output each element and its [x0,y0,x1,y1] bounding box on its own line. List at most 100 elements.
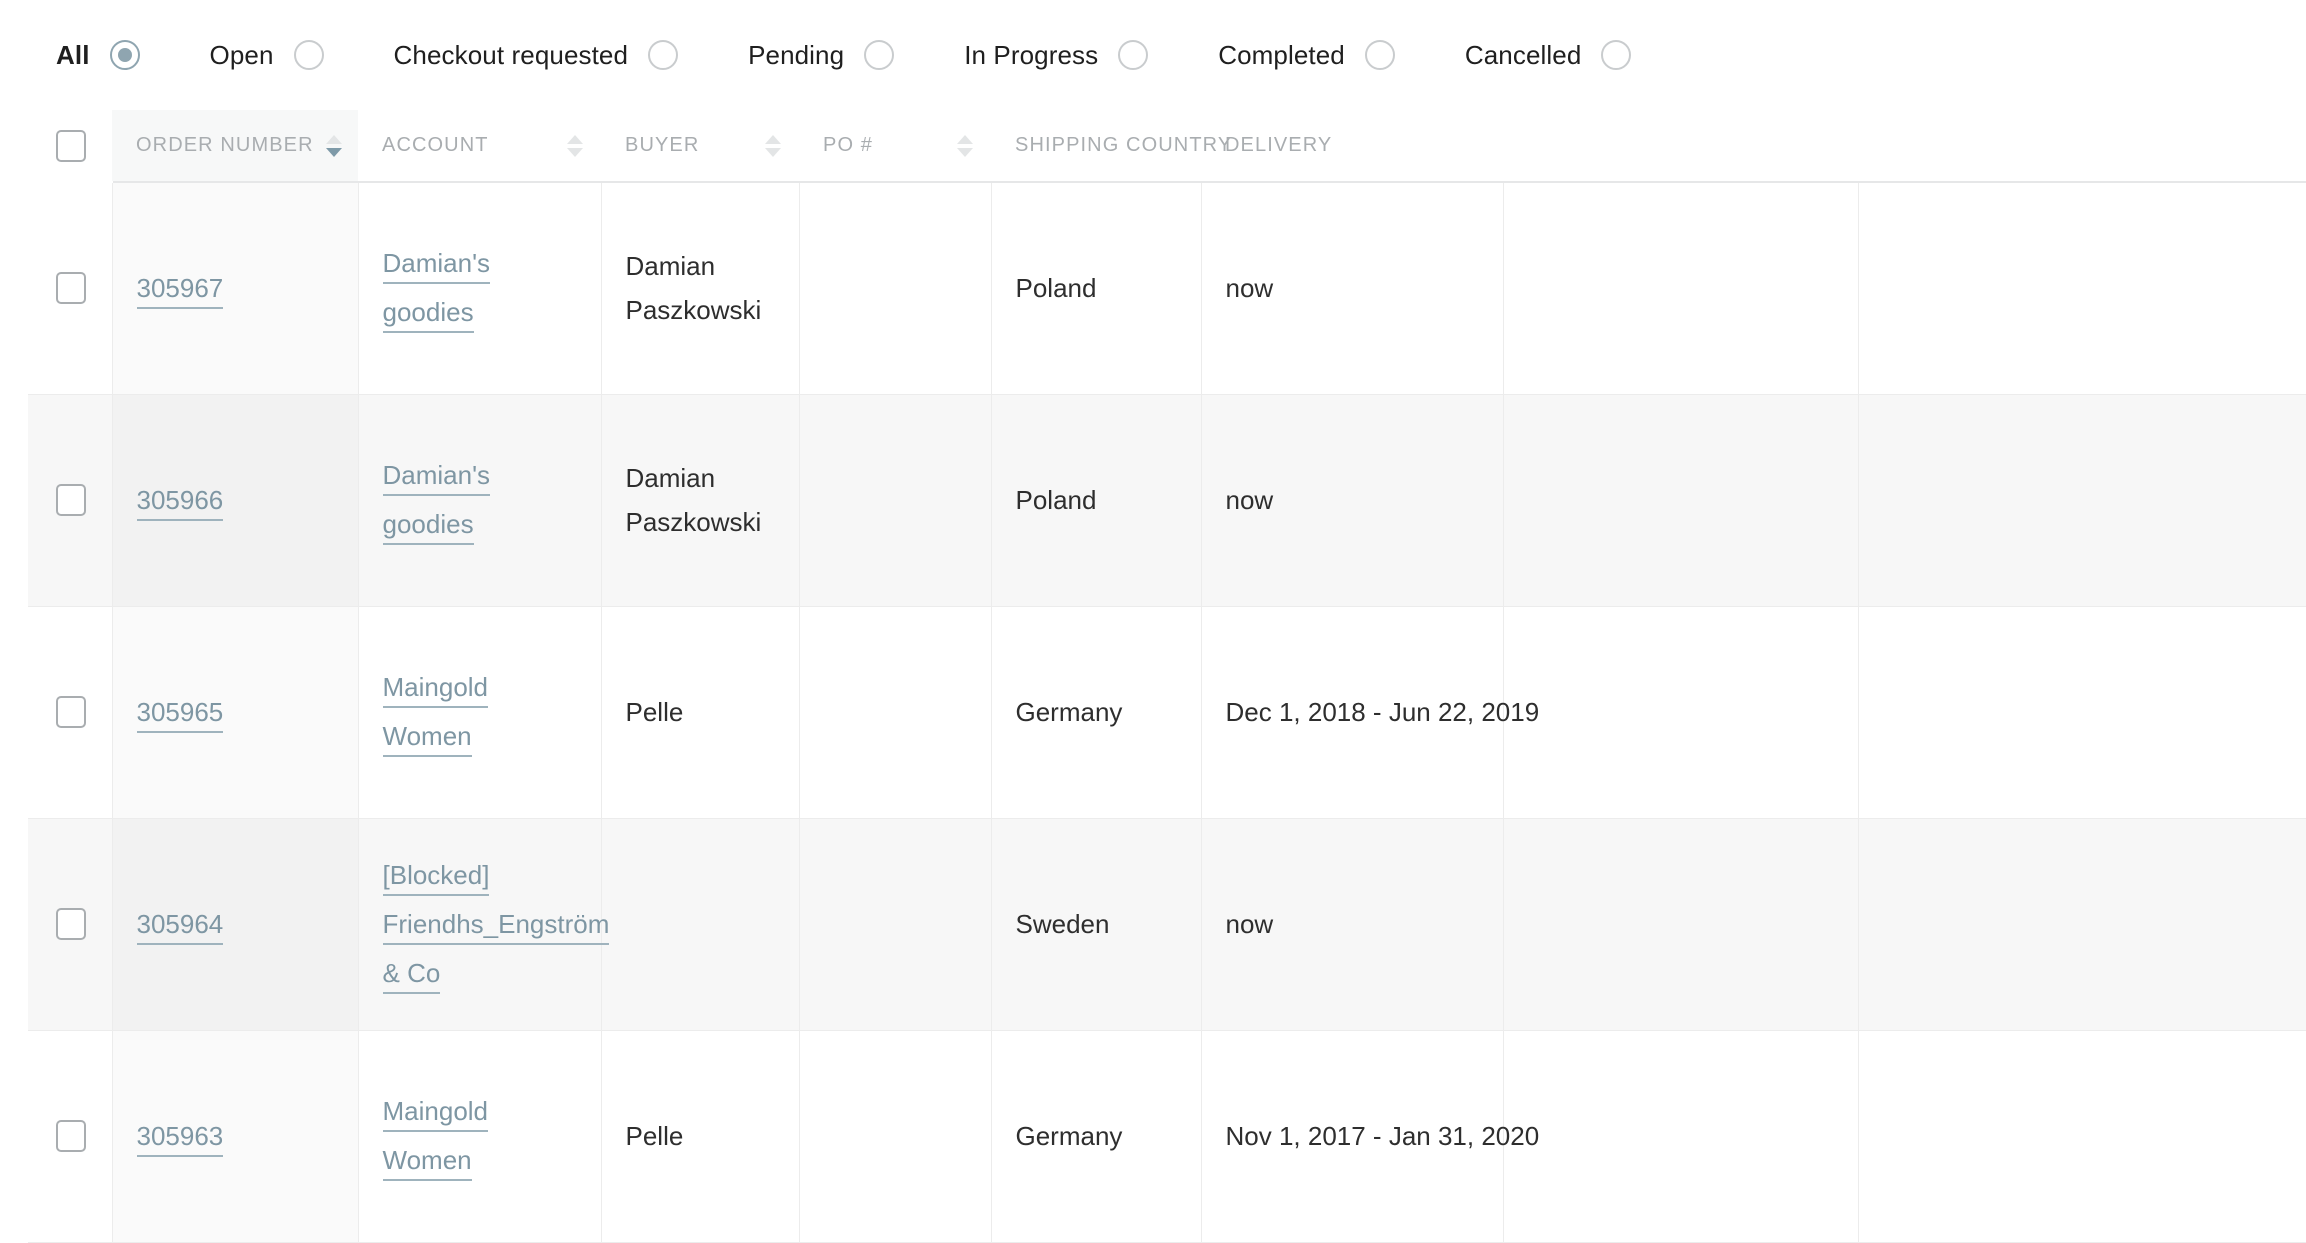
radio-icon-cancelled[interactable] [1601,40,1632,70]
sort-arrows-account-icon[interactable] [567,134,583,157]
sort-arrows-buyer-icon[interactable] [765,134,781,157]
buyer-name: Pelle [625,1121,684,1151]
account-link[interactable]: Damian's goodies [382,460,491,545]
cell-extra-2 [1858,394,2306,607]
filter-completed[interactable]: Completed [1218,40,1395,71]
cell-extra-2 [1858,1030,2306,1243]
header-shipping-country[interactable]: SHIPPING COUNTRY [991,110,1231,183]
buyer-name: Pelle [625,697,684,727]
cell-order-number[interactable]: 305965 [112,606,359,819]
row-select-cell[interactable] [28,606,113,819]
cell-extra-1 [1503,182,1859,395]
header-buyer[interactable]: BUYER [601,110,799,183]
orders-table-container: ORDER NUMBER ACCOUNT BUYER PO # SHIPPING… [28,110,2306,1243]
account-link[interactable]: [Blocked] Friendhs_Engström & Co [382,859,610,994]
status-filter-bar: All Open Checkout requested Pending In P… [0,0,2306,110]
table-row[interactable]: 305967 Damian's goodies Damian Paszkowsk… [28,182,2306,395]
table-row[interactable]: 305965 Maingold Women Pelle Germany Dec … [28,606,2306,819]
radio-icon-in-progress[interactable] [1118,40,1149,70]
filter-in-progress-label: In Progress [964,39,1099,70]
cell-buyer: Pelle [601,1030,800,1243]
shipping-country: Sweden [1015,909,1110,939]
cell-shipping-country: Poland [991,182,1202,395]
header-po-number[interactable]: PO # [799,110,991,183]
cell-account[interactable]: Maingold Women [358,606,602,819]
cell-shipping-country: Germany [991,606,1202,819]
filter-checkout-requested[interactable]: Checkout requested [394,40,679,71]
cell-delivery: Dec 1, 2018 - Jun 22, 2019 [1201,606,1540,819]
header-po-number-label: PO # [823,134,873,156]
sort-arrows-order-number-icon[interactable] [325,134,342,157]
table-header-row: ORDER NUMBER ACCOUNT BUYER PO # SHIPPING… [28,110,2306,183]
filter-all-label: All [56,39,90,70]
table-row[interactable]: 305963 Maingold Women Pelle Germany Nov … [28,1030,2306,1243]
row-checkbox[interactable] [56,908,86,940]
cell-account[interactable]: Damian's goodies [358,182,602,395]
filter-all[interactable]: All [56,40,140,71]
cell-extra-2 [1858,182,2306,395]
row-select-cell[interactable] [28,182,113,395]
radio-icon-completed[interactable] [1364,40,1395,70]
order-number-link[interactable]: 305966 [136,484,224,521]
filter-in-progress[interactable]: In Progress [964,39,1149,71]
account-link[interactable]: Damian's goodies [382,248,491,334]
cell-order-number[interactable]: 305964 [112,818,359,1031]
cell-order-number[interactable]: 305967 [112,182,359,395]
account-link[interactable]: Maingold Women [382,1096,489,1181]
cell-account[interactable]: Maingold Women [358,1030,602,1243]
cell-shipping-country: Germany [991,1030,1202,1243]
row-select-cell[interactable] [28,1030,113,1243]
header-order-number[interactable]: ORDER NUMBER [112,110,358,183]
table-row[interactable]: 305964 [Blocked] Friendhs_Engström & Co … [28,818,2306,1031]
filter-pending[interactable]: Pending [748,40,895,71]
row-checkbox[interactable] [56,1120,86,1152]
buyer-name: Damian Paszkowski [625,251,762,326]
cell-extra-1 [1503,606,1859,819]
sort-arrows-po-number-icon[interactable] [957,134,973,157]
filter-checkout-requested-label: Checkout requested [393,39,629,70]
filter-cancelled[interactable]: Cancelled [1465,40,1632,71]
row-checkbox[interactable] [56,696,86,728]
filter-open[interactable]: Open [210,40,324,71]
header-buyer-label: BUYER [625,134,700,156]
delivery-value: now [1225,485,1274,515]
row-checkbox[interactable] [56,484,86,516]
cell-account[interactable]: Damian's goodies [358,394,602,607]
filter-completed-label: Completed [1218,39,1345,70]
buyer-name: Damian Paszkowski [625,463,762,537]
header-select-all[interactable] [28,110,112,183]
radio-icon-open[interactable] [293,40,324,70]
delivery-value: Nov 1, 2017 - Jan 31, 2020 [1225,1121,1540,1151]
order-number-link[interactable]: 305967 [136,272,224,309]
filter-open-label: Open [209,39,274,70]
order-number-link[interactable]: 305963 [136,1120,224,1157]
radio-icon-all[interactable] [109,40,140,70]
header-order-number-label: ORDER NUMBER [136,134,314,156]
row-checkbox[interactable] [56,272,86,305]
shipping-country: Poland [1015,485,1097,515]
cell-po-number [799,606,992,819]
cell-delivery: now [1201,182,1504,395]
header-account-label: ACCOUNT [382,134,489,156]
radio-icon-pending[interactable] [864,40,895,70]
header-delivery[interactable]: DELIVERY [1201,110,1503,183]
table-body: 305967 Damian's goodies Damian Paszkowsk… [28,182,2306,1243]
header-delivery-label: DELIVERY [1225,134,1333,156]
account-link[interactable]: Maingold Women [382,672,489,757]
order-number-link[interactable]: 305964 [136,908,224,945]
table-row[interactable]: 305966 Damian's goodies Damian Paszkowsk… [28,394,2306,607]
cell-order-number[interactable]: 305966 [112,394,359,607]
order-number-link[interactable]: 305965 [136,696,224,733]
cell-delivery: now [1201,818,1504,1031]
cell-po-number [799,394,992,607]
select-all-checkbox[interactable] [56,129,86,162]
cell-order-number[interactable]: 305963 [112,1030,359,1243]
row-select-cell[interactable] [28,394,113,607]
header-extra-column-1 [1503,110,1858,183]
cell-account[interactable]: [Blocked] Friendhs_Engström & Co [358,818,610,1031]
delivery-value: Dec 1, 2018 - Jun 22, 2019 [1225,697,1540,727]
header-account[interactable]: ACCOUNT [358,110,601,183]
radio-icon-checkout-requested[interactable] [648,40,679,70]
cell-extra-2 [1858,606,2306,819]
row-select-cell[interactable] [28,818,113,1031]
